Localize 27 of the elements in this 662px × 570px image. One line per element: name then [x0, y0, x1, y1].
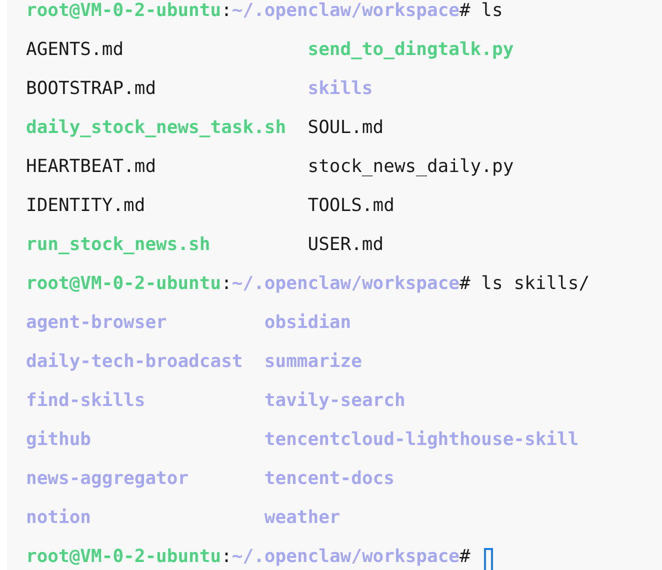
file-name: SOUL.md — [308, 117, 384, 138]
directory-name: github — [26, 429, 92, 450]
directory-name: summarize — [264, 351, 362, 372]
directory-name: obsidian — [264, 312, 352, 333]
file-name: USER.md — [308, 234, 384, 255]
directory-name: agent-browser — [26, 312, 167, 333]
prompt-line: root@VM-0-2-ubuntu:~/.openclaw/workspace# ls skills/ — [26, 272, 590, 296]
directory-name: tencent-docs — [264, 468, 394, 489]
directory-name: daily-tech-broadcast — [26, 351, 243, 372]
file-name: AGENTS.md — [26, 39, 124, 60]
file-name: BOOTSTRAP.md — [26, 78, 156, 99]
directory-name: tencentcloud-lighthouse-skill — [264, 429, 579, 450]
prompt-line: root@VM-0-2-ubuntu:~/.openclaw/workspace# ls — [26, 0, 503, 23]
prompt-line: root@VM-0-2-ubuntu:~/.openclaw/workspace# — [26, 545, 470, 569]
directory-name: tavily-search — [264, 390, 406, 411]
file-name: TOOLS.md — [308, 195, 394, 216]
executable-name: send_to_dingtalk.py — [308, 39, 514, 60]
directory-name: news-aggregator — [26, 468, 189, 489]
directory-name: notion — [26, 507, 92, 528]
directory-name: weather — [264, 507, 340, 528]
directory-name: find-skills — [26, 390, 146, 411]
directory-name: skills — [308, 78, 373, 99]
executable-name: daily_stock_news_task.sh — [26, 117, 286, 138]
file-name: HEARTBEAT.md — [26, 156, 156, 177]
file-name: IDENTITY.md — [26, 195, 146, 216]
executable-name: run_stock_news.sh — [26, 234, 210, 255]
file-name: stock_news_daily.py — [308, 156, 514, 177]
